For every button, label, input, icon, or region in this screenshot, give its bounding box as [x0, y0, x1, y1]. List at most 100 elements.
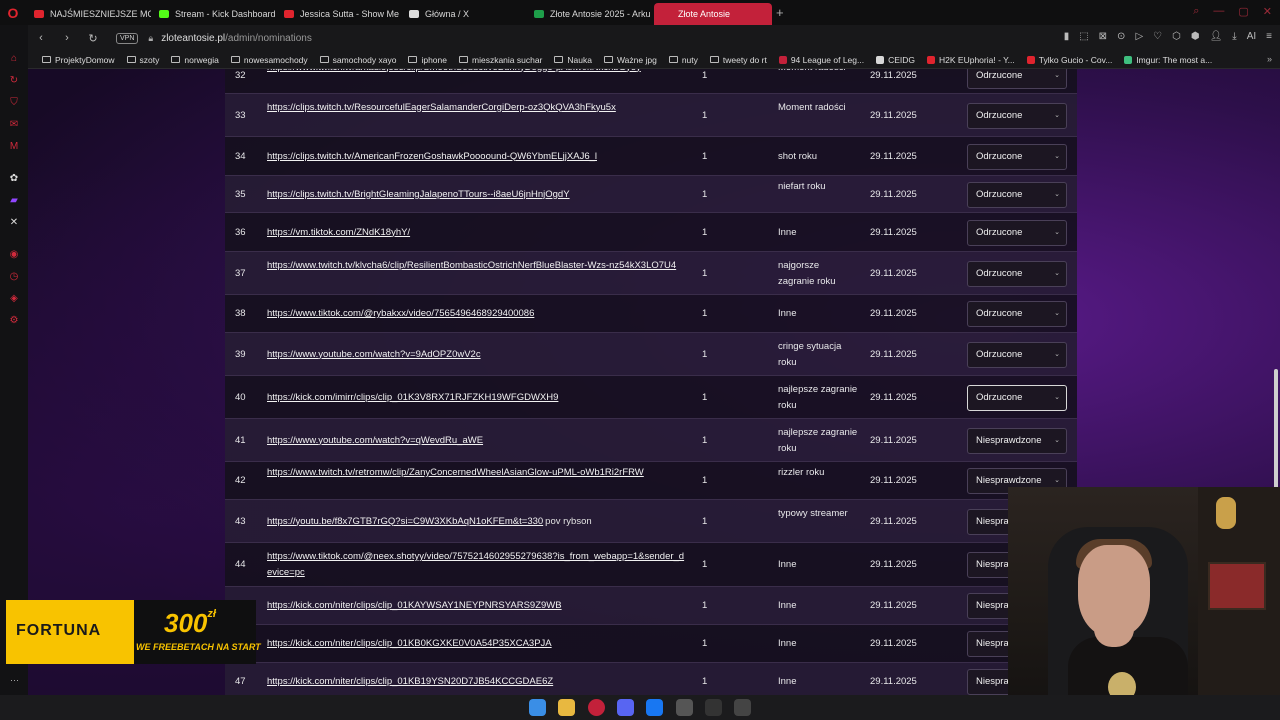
profile-icon[interactable]: 👤︎ [1210, 31, 1223, 42]
nomination-date: 29.11.2025 [870, 475, 917, 486]
bookmark-item[interactable]: 94 League of Leg... [773, 55, 870, 65]
nomination-link[interactable]: https://kick.com/niter/clips/clip_01KAYW… [267, 600, 562, 611]
bookmark-item[interactable]: tweety do rt [704, 55, 773, 65]
feed-icon[interactable]: ◈ [8, 293, 20, 305]
ai-button[interactable]: AI [1247, 31, 1256, 42]
status-select[interactable]: Odrzucone ⌄ [967, 102, 1067, 129]
nomination-link[interactable]: https://www.twitch.tv/klvcha6/clip/Resil… [267, 260, 676, 271]
nomination-link[interactable]: https://www.twitch.tv/retromw/clip/ZanyC… [267, 467, 644, 478]
bookmark-item[interactable]: nowesamochody [225, 55, 314, 65]
menu-icon[interactable]: ≡ [1266, 31, 1272, 42]
bookmark-item[interactable]: ProjektyDomow [36, 55, 121, 65]
nomination-category: rizzler roku [778, 467, 825, 478]
search-tabs-icon[interactable]: ⌕ [1193, 5, 1199, 18]
nomination-link[interactable]: https://www.youtube.com/watch?v=qWevdRu_… [267, 435, 483, 446]
bookmark-item[interactable]: nuty [663, 55, 704, 65]
minimize-icon[interactable]: — [1213, 5, 1224, 18]
status-select[interactable]: Niesprawdzone ⌄ [967, 427, 1067, 454]
history-icon[interactable]: ↻ [8, 75, 20, 87]
chatgpt-icon[interactable]: ✿ [8, 173, 20, 185]
bookmarks-more-icon[interactable]: » [1267, 54, 1272, 64]
nomination-link[interactable]: https://clips.twitch.tv/AmericanFrozenGo… [267, 151, 597, 162]
nomination-link[interactable]: https://www.tiktok.com/@neex.shotyy/vide… [267, 551, 684, 578]
url-field[interactable]: zloteantosie.pl/admin/nominations [161, 33, 312, 44]
steam-icon[interactable] [676, 699, 693, 716]
nomination-link[interactable]: https://www.tiktok.com/@rybakxx/video/75… [267, 308, 534, 319]
status-select[interactable]: Odrzucone ⌄ [967, 143, 1067, 170]
home-icon[interactable]: ⌂ [8, 53, 20, 65]
block-icon[interactable]: ⊠ [1099, 31, 1107, 42]
browser-tab[interactable]: Złote Antosie 2025 - Arku [526, 3, 654, 25]
browser-tab[interactable]: Złote Antosie [654, 2, 772, 25]
download-icon[interactable]: ⤓ [1232, 31, 1236, 42]
status-select[interactable]: Odrzucone ⌄ [967, 260, 1067, 287]
wallet-icon[interactable]: ⬢ [1191, 31, 1200, 42]
nomination-link[interactable]: https://vm.tiktok.com/ZNdK18yhY/ [267, 227, 410, 238]
gmail-icon[interactable]: M [8, 141, 20, 153]
opera-logo-icon[interactable]: O [0, 5, 26, 21]
status-select[interactable]: Odrzucone ⌄ [967, 384, 1067, 411]
player-icon[interactable]: ◉ [8, 249, 20, 261]
epic-games-icon[interactable] [734, 699, 751, 716]
nomination-url-cell: https://www.twitch.tv/retromw/clip/ZanyC… [267, 465, 687, 481]
x-icon[interactable]: ✕ [8, 217, 20, 229]
file-explorer-icon[interactable] [558, 699, 575, 716]
nomination-link[interactable]: https://clips.twitch.tv/ResourcefulEager… [267, 102, 616, 113]
folder-icon [709, 56, 719, 63]
bookmark-item[interactable]: CEIDG [870, 55, 921, 65]
back-icon[interactable]: ‹ [32, 32, 50, 44]
bookmark-item[interactable]: Imgur: The most a... [1118, 55, 1218, 65]
bookmark-item[interactable]: iphone [402, 55, 453, 65]
status-select[interactable]: Odrzucone ⌄ [967, 301, 1067, 327]
facebook-icon[interactable] [646, 699, 663, 716]
nomination-link[interactable]: https://clips.twitch.tv/BrightGleamingJa… [267, 189, 570, 200]
new-tab-button[interactable]: + [776, 5, 784, 20]
forward-icon[interactable]: › [58, 32, 76, 44]
status-select[interactable]: Odrzucone ⌄ [967, 69, 1067, 89]
status-select[interactable]: Odrzucone ⌄ [967, 181, 1067, 208]
save-page-icon[interactable]: ▮ [1064, 31, 1070, 42]
twitch-icon[interactable]: ▰ [8, 195, 20, 207]
discord-icon[interactable] [617, 699, 634, 716]
nomination-count: 1 [702, 267, 708, 279]
nomination-link[interactable]: https://www.twitch.tv/arkadiojose/clip/S… [267, 69, 641, 73]
status-select[interactable]: Odrzucone ⌄ [967, 341, 1067, 368]
lock-icon[interactable]: 🔒︎ [148, 33, 153, 44]
maximize-icon[interactable]: ▢ [1238, 5, 1248, 18]
nomination-link[interactable]: https://www.youtube.com/watch?v=9AdOPZ0w… [267, 349, 481, 360]
bag-icon[interactable]: ⛉ [8, 97, 20, 109]
messenger-icon[interactable]: ✉ [8, 119, 20, 131]
nomination-link[interactable]: https://kick.com/imirr/clips/clip_01K3V8… [267, 392, 558, 403]
windows-start-icon[interactable] [529, 699, 546, 716]
status-select[interactable]: Odrzucone ⌄ [967, 219, 1067, 246]
share-icon[interactable]: ⊙ [1117, 31, 1125, 42]
more-icon[interactable]: ⋯ [10, 675, 19, 686]
clock-icon[interactable]: ◷ [8, 271, 20, 283]
nomination-category: Inne [778, 638, 797, 649]
settings-icon[interactable]: ⚙ [8, 315, 20, 327]
bookmark-item[interactable]: norwegia [165, 55, 225, 65]
browser-tab[interactable]: Główna / X [401, 3, 526, 25]
play-icon[interactable]: ▷ [1135, 31, 1143, 42]
reload-icon[interactable]: ↻ [84, 32, 102, 45]
browser-tab[interactable]: NAJŚMIESZNIEJSZE MOM [26, 3, 151, 25]
bookmark-item[interactable]: samochody xayo [314, 55, 403, 65]
bookmark-item[interactable]: szoty [121, 55, 166, 65]
terminal-icon[interactable] [705, 699, 722, 716]
bookmark-item[interactable]: Nauka [548, 55, 598, 65]
opera-taskbar-icon[interactable] [588, 699, 605, 716]
snapshot-icon[interactable]: ⬚ [1079, 31, 1088, 42]
bookmark-item[interactable]: Tylko Gucio - Cov... [1021, 55, 1119, 65]
heart-icon[interactable]: ♡ [1153, 31, 1162, 42]
bookmark-item[interactable]: Ważne jpg [598, 55, 663, 65]
vpn-badge[interactable]: VPN [116, 32, 139, 44]
nomination-link[interactable]: https://youtu.be/f8x7GTB7rGQ?si=C9W3XKbA… [267, 516, 543, 527]
nomination-link[interactable]: https://kick.com/niter/clips/clip_01KB0K… [267, 638, 552, 649]
extensions-icon[interactable]: ⬡ [1172, 31, 1181, 42]
bookmark-item[interactable]: mieszkania suchar [453, 55, 548, 65]
close-window-icon[interactable]: ✕ [1263, 5, 1272, 18]
bookmark-item[interactable]: H2K EUphoria! - Y... [921, 55, 1021, 65]
browser-tab[interactable]: Stream - Kick Dashboard [151, 3, 276, 25]
nomination-link[interactable]: https://kick.com/niter/clips/clip_01KB19… [267, 676, 553, 687]
browser-tab[interactable]: Jessica Sutta - Show Me [276, 3, 401, 25]
